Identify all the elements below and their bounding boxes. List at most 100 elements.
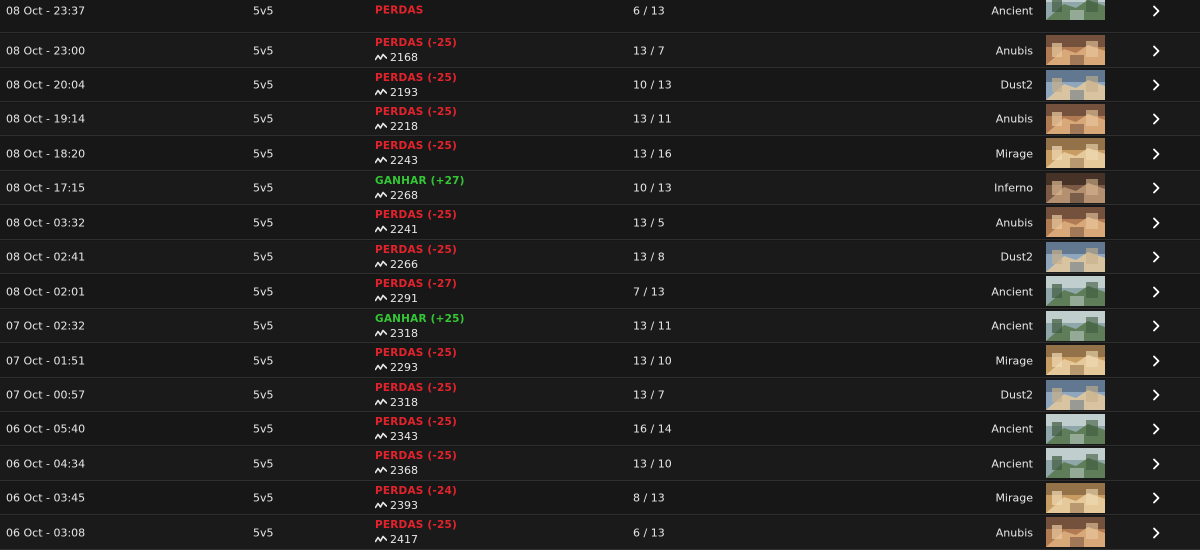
match-row[interactable]: 08 Oct - 19:14 5v5 PERDAS (-25) 2218 13 / 11… <box>0 103 1200 136</box>
map-thumbnail <box>1046 70 1105 100</box>
elo-trend-icon <box>374 258 388 271</box>
match-date: 08 Oct - 23:37 <box>6 4 86 17</box>
chevron-right-icon[interactable] <box>1150 217 1162 229</box>
match-score: 6 / 13 <box>633 4 665 17</box>
chevron-right-icon[interactable] <box>1150 113 1162 125</box>
match-score: 6 / 13 <box>633 526 665 539</box>
elo-number: 2417 <box>390 533 418 546</box>
match-row[interactable]: 08 Oct - 20:04 5v5 PERDAS (-25) 2193 10 / 13… <box>0 69 1200 102</box>
map-thumbnail <box>1046 517 1105 547</box>
map-name: Mirage <box>995 354 1033 367</box>
match-row[interactable]: 08 Oct - 23:00 5v5 PERDAS (-25) 2168 13 / 7 A… <box>0 34 1200 68</box>
elo-number: 2343 <box>390 430 418 443</box>
map-thumbnail <box>1046 138 1105 168</box>
chevron-right-icon[interactable] <box>1150 423 1162 435</box>
match-date: 08 Oct - 02:41 <box>6 250 86 264</box>
elo-number: 2241 <box>390 223 418 236</box>
match-date: 08 Oct - 19:14 <box>6 112 86 126</box>
match-mode: 5v5 <box>253 319 274 333</box>
chevron-right-icon[interactable] <box>1150 389 1162 401</box>
chevron-right-icon[interactable] <box>1150 458 1162 470</box>
map-name: Ancient <box>991 285 1033 298</box>
match-result: PERDAS (-24) <box>375 485 457 497</box>
chevron-right-icon[interactable] <box>1150 79 1162 91</box>
map-name: Dust2 <box>1000 78 1033 92</box>
match-score: 13 / 7 <box>633 44 665 57</box>
match-score: 13 / 7 <box>633 388 665 402</box>
chevron-right-icon[interactable] <box>1150 182 1162 194</box>
chevron-right-icon[interactable] <box>1150 320 1162 332</box>
match-row[interactable]: 06 Oct - 05:40 5v5 PERDAS (-25) 2343 16 / 14… <box>0 413 1200 446</box>
match-result: PERDAS (-25) <box>375 416 457 428</box>
elo-value: 2393 <box>374 499 418 512</box>
chevron-right-icon[interactable] <box>1150 527 1162 539</box>
elo-number: 2266 <box>390 258 418 271</box>
match-row[interactable]: 08 Oct - 02:01 5v5 PERDAS (-27) 2291 7 / 13 A… <box>0 275 1200 309</box>
map-name: Anubis <box>995 44 1033 57</box>
match-row[interactable]: 07 Oct - 02:32 5v5 GANHAR (+25) 2318 13 / 11… <box>0 310 1200 343</box>
chevron-right-icon[interactable] <box>1150 286 1162 298</box>
match-date: 06 Oct - 05:40 <box>6 422 86 436</box>
match-row[interactable]: 08 Oct - 18:20 5v5 PERDAS (-25) 2243 13 / 16… <box>0 137 1200 171</box>
elo-trend-icon <box>374 154 388 167</box>
chevron-right-icon[interactable] <box>1150 251 1162 263</box>
match-mode: 5v5 <box>253 526 274 539</box>
elo-value: 2168 <box>374 51 418 64</box>
match-row[interactable]: 07 Oct - 01:51 5v5 PERDAS (-25) 2293 13 / 10… <box>0 344 1200 378</box>
map-name: Dust2 <box>1000 388 1033 402</box>
elo-value: 2368 <box>374 464 418 477</box>
map-thumbnail <box>1046 276 1105 306</box>
elo-number: 2293 <box>390 361 418 374</box>
match-row[interactable]: 06 Oct - 03:08 5v5 PERDAS (-25) 2417 6 / 13 A… <box>0 516 1200 550</box>
elo-trend-icon <box>374 292 388 305</box>
match-row[interactable]: 08 Oct - 02:41 5v5 PERDAS (-25) 2266 13 / 8 D… <box>0 241 1200 274</box>
match-date: 08 Oct - 20:04 <box>6 78 86 92</box>
map-name: Ancient <box>991 422 1033 436</box>
map-thumbnail <box>1046 414 1105 444</box>
elo-number: 2218 <box>390 120 418 133</box>
map-thumbnail <box>1046 104 1105 134</box>
match-date: 06 Oct - 03:08 <box>6 526 86 539</box>
match-score: 13 / 11 <box>633 319 672 333</box>
elo-value: 2268 <box>374 189 418 202</box>
chevron-right-icon[interactable] <box>1150 492 1162 504</box>
match-mode: 5v5 <box>253 78 274 92</box>
map-name: Anubis <box>995 216 1033 229</box>
match-date: 07 Oct - 02:32 <box>6 319 86 333</box>
map-thumbnail <box>1046 448 1105 478</box>
match-result: PERDAS (-25) <box>375 450 457 462</box>
elo-trend-icon <box>374 86 388 99</box>
map-name: Anubis <box>995 112 1033 126</box>
map-thumbnail <box>1046 35 1105 65</box>
elo-number: 2268 <box>390 189 418 202</box>
map-name: Mirage <box>995 491 1033 505</box>
match-row[interactable]: 08 Oct - 17:15 5v5 GANHAR (+27) 2268 10 / 13… <box>0 172 1200 205</box>
map-thumbnail <box>1046 483 1105 513</box>
chevron-right-icon[interactable] <box>1150 45 1162 57</box>
match-date: 06 Oct - 04:34 <box>6 457 86 470</box>
match-row[interactable]: 08 Oct - 23:37 5v5 PERDAS 6 / 13 Ancient <box>0 0 1200 33</box>
match-score: 10 / 13 <box>633 78 672 92</box>
match-row[interactable]: 06 Oct - 04:34 5v5 PERDAS (-25) 2368 13 / 10… <box>0 447 1200 481</box>
chevron-right-icon[interactable] <box>1150 355 1162 367</box>
match-row[interactable]: 06 Oct - 03:45 5v5 PERDAS (-24) 2393 8 / 13 M… <box>0 482 1200 515</box>
elo-value: 2241 <box>374 223 418 236</box>
match-score: 8 / 13 <box>633 491 665 505</box>
match-row[interactable]: 07 Oct - 00:57 5v5 PERDAS (-25) 2318 13 / 7 D… <box>0 379 1200 412</box>
match-score: 13 / 8 <box>633 250 665 264</box>
elo-trend-icon <box>374 223 388 236</box>
match-date: 06 Oct - 03:45 <box>6 491 86 505</box>
match-row[interactable]: 08 Oct - 03:32 5v5 PERDAS (-25) 2241 13 / 5 A… <box>0 206 1200 240</box>
match-score: 16 / 14 <box>633 422 672 436</box>
match-mode: 5v5 <box>253 285 274 298</box>
chevron-right-icon[interactable] <box>1150 148 1162 160</box>
elo-trend-icon <box>374 361 388 374</box>
map-thumbnail <box>1046 207 1105 237</box>
elo-value: 2293 <box>374 361 418 374</box>
map-thumbnail <box>1046 380 1105 410</box>
chevron-right-icon[interactable] <box>1150 5 1162 17</box>
match-mode: 5v5 <box>253 44 274 57</box>
match-score: 10 / 13 <box>633 181 672 195</box>
match-mode: 5v5 <box>253 491 274 505</box>
match-date: 08 Oct - 03:32 <box>6 216 86 229</box>
